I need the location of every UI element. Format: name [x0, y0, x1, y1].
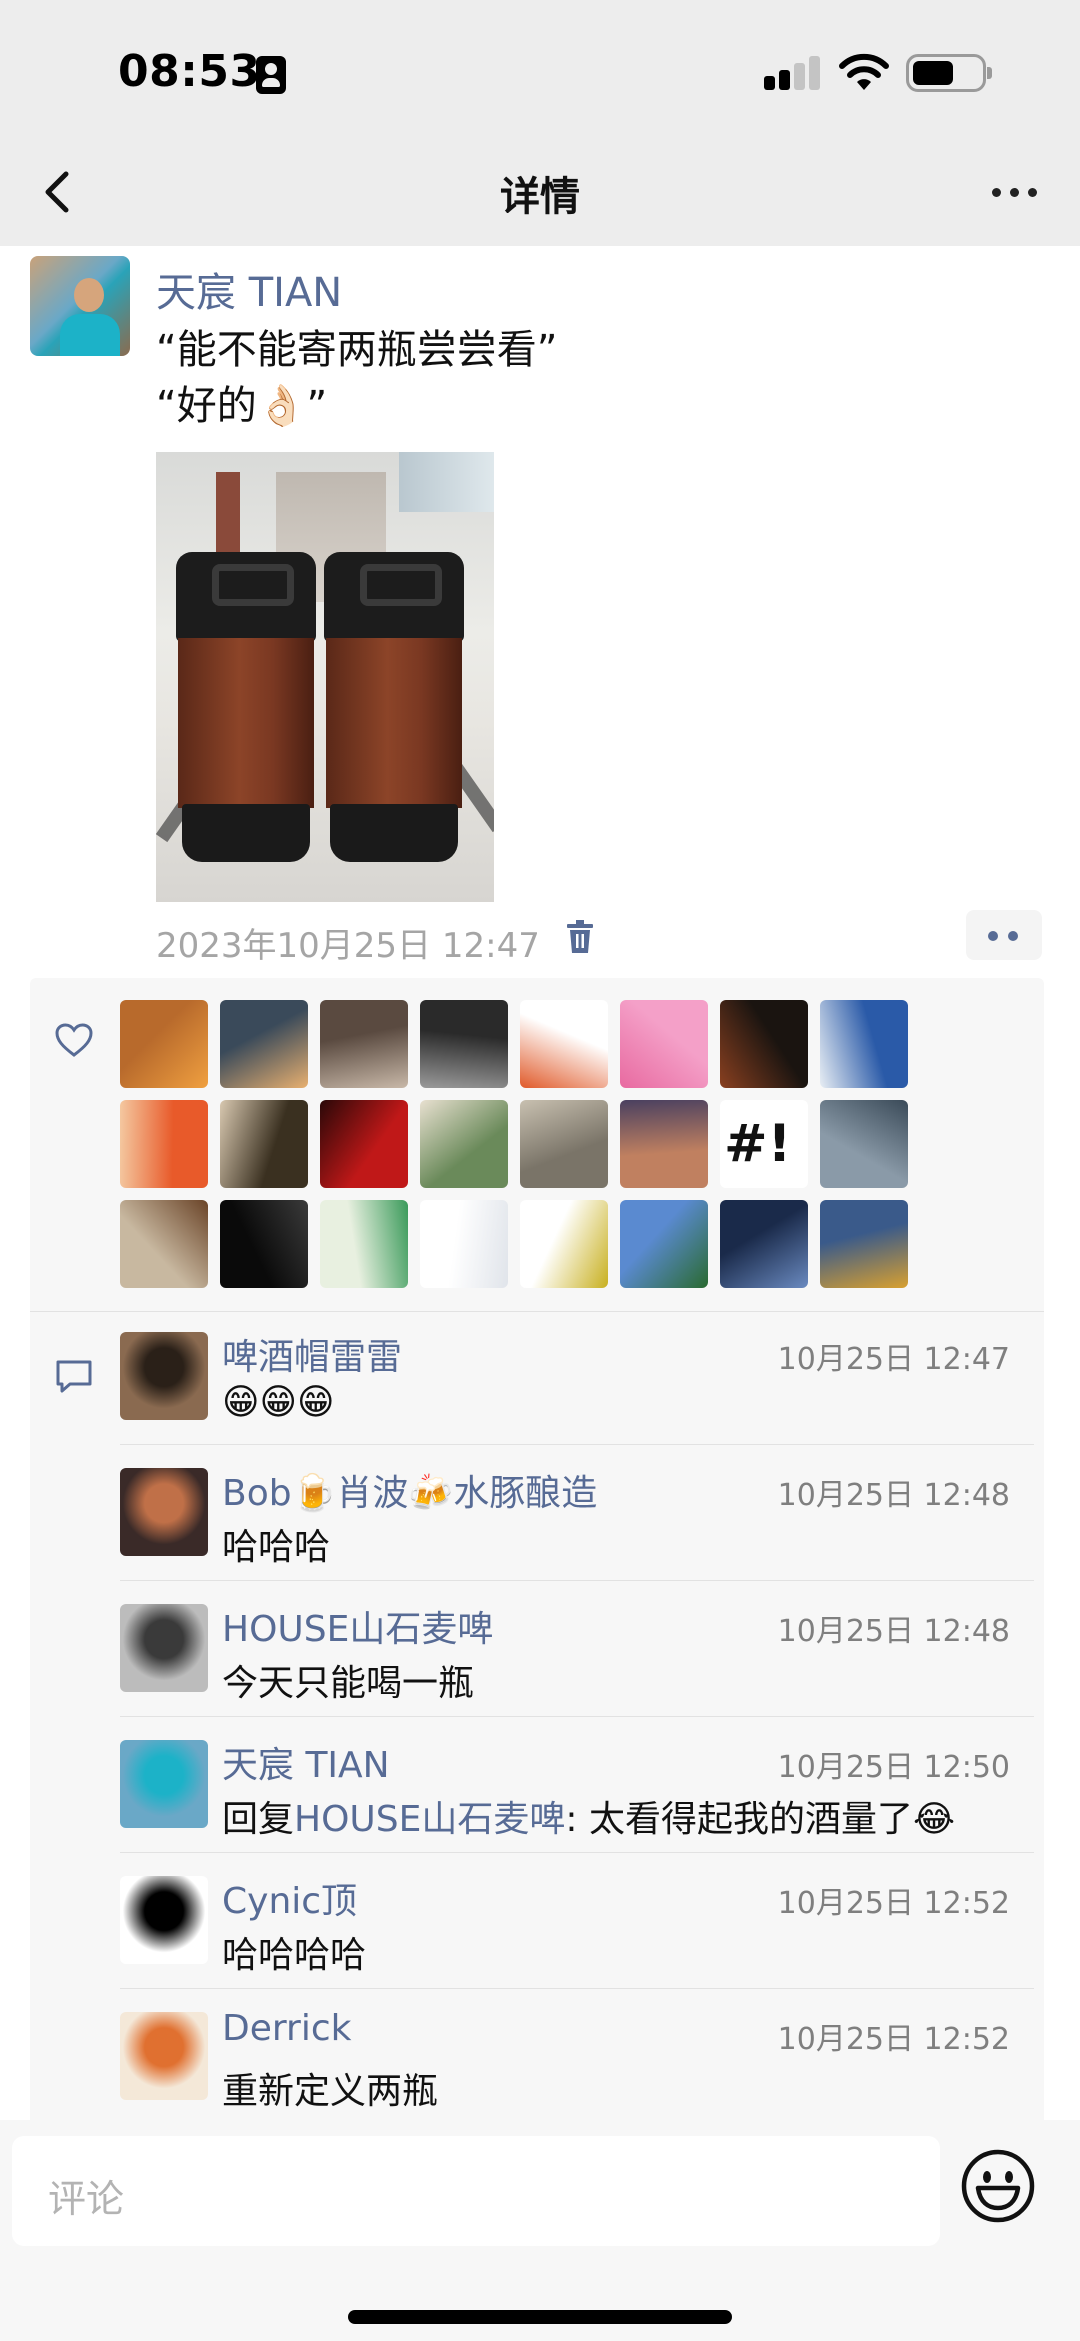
white-feather-avatar[interactable] — [420, 1200, 508, 1288]
comment-time: 10月25日 12:48 — [777, 1614, 1010, 1649]
girl-sunglasses-avatar[interactable] — [420, 1100, 508, 1188]
bw-couple-avatar[interactable] — [420, 1000, 508, 1088]
cat-goggles-avatar[interactable] — [520, 1100, 608, 1188]
wifi-icon — [839, 53, 889, 90]
imagine-sign-avatar[interactable] — [320, 1200, 408, 1288]
man-portrait-avatar[interactable] — [120, 1332, 208, 1420]
comment-divider — [120, 1716, 1034, 1717]
comment-author[interactable]: 啤酒帽雷雷 — [222, 1328, 402, 1380]
likes-section: #! — [30, 978, 1044, 1312]
status-time: 08:53 — [118, 46, 261, 97]
group-photo-avatar[interactable] — [320, 1000, 408, 1088]
comment-author[interactable]: Bob🍺肖波🍻水豚酿造 — [222, 1464, 597, 1516]
sunset-beach-avatar[interactable] — [220, 1000, 308, 1088]
home-indicator[interactable] — [348, 2310, 732, 2324]
keg-right — [324, 552, 464, 862]
comment-bar: 评论 — [0, 2120, 1080, 2341]
robot-avatar[interactable] — [820, 1200, 908, 1288]
page-title: 详情 — [500, 174, 580, 220]
comment-text: 今天只能喝一瓶 — [222, 1663, 475, 1704]
comment-input[interactable]: 评论 — [12, 2136, 940, 2246]
tree-sky-avatar[interactable] — [620, 1200, 708, 1288]
cartoon-face-avatar[interactable] — [120, 1100, 208, 1188]
comment-author[interactable]: 天宸 TIAN — [222, 1736, 390, 1788]
comment-text: 哈哈哈 — [222, 1527, 331, 1568]
drinking-mural-avatar[interactable] — [120, 1468, 208, 1556]
comment-item[interactable]: Cynic顶 10月25日 12:52 哈哈哈哈 — [120, 1852, 1034, 1988]
comment-bubble-icon — [56, 1360, 92, 1393]
girl-portrait-avatar[interactable] — [220, 1100, 308, 1188]
black-circle-avatar[interactable] — [120, 1876, 208, 1964]
street-night-avatar[interactable] — [620, 1100, 708, 1188]
comment-text: 回复HOUSE山石麦啤: 太看得起我的酒量了😂 — [222, 1790, 955, 1842]
comment-item[interactable]: 天宸 TIAN 10月25日 12:50 回复HOUSE山石麦啤: 太看得起我的酒量… — [120, 1716, 1034, 1852]
comment-input-placeholder: 评论 — [48, 2177, 125, 2221]
fox-avatar[interactable] — [120, 2012, 208, 2100]
comment-time: 10月25日 12:48 — [777, 1478, 1010, 1513]
smiley-icon[interactable] — [960, 2148, 1036, 2224]
comment-item[interactable]: 啤酒帽雷雷 10月25日 12:47 😁😁😁 — [120, 1308, 1034, 1444]
cartoon-logo-avatar[interactable] — [520, 1000, 608, 1088]
comment-author[interactable]: Cynic顶 — [222, 1872, 357, 1924]
heart-icon — [55, 1023, 93, 1057]
night-cyclist-avatar[interactable] — [220, 1200, 308, 1288]
comment-item[interactable]: HOUSE山石麦啤 10月25日 12:48 今天只能喝一瓶 — [120, 1580, 1034, 1716]
reply-prefix: 回复 — [222, 1799, 295, 1840]
comment-author[interactable]: HOUSE山石麦啤 — [222, 1600, 493, 1652]
like-comment-menu-button[interactable] — [966, 910, 1042, 960]
comment-time: 10月25日 12:50 — [777, 1750, 1010, 1785]
bear-avatar[interactable] — [120, 1200, 208, 1288]
post-author-avatar[interactable] — [30, 256, 130, 356]
pineapple-avatar[interactable] — [520, 1200, 608, 1288]
comment-divider — [120, 1444, 1034, 1445]
pink-square-avatar[interactable] — [620, 1000, 708, 1088]
battery-icon — [906, 54, 992, 92]
status-bar: 08:53 — [0, 0, 1080, 140]
comment-divider — [120, 1580, 1034, 1581]
more-dots-icon[interactable] — [980, 166, 1050, 216]
man-drinking-avatar[interactable] — [120, 1604, 208, 1692]
beer-glass-avatar[interactable] — [120, 1000, 208, 1088]
comment-divider — [120, 1988, 1034, 1989]
comment-text: 😁😁😁 — [222, 1382, 335, 1423]
keg-left — [176, 552, 316, 862]
hash-bang-avatar[interactable]: #! — [720, 1100, 808, 1188]
interactions-panel: #! 啤酒帽雷雷 10月25日 12:47 😁😁😁 Bob🍺肖波🍻水豚酿造 10月25日… — [30, 978, 1044, 2134]
post-timestamp: 2023年10月25日 12:47 — [156, 926, 540, 966]
post-text: “能不能寄两瓶尝尝看” “好的👌🏻” — [156, 327, 558, 429]
fantasy-warrior-avatar[interactable] — [720, 1200, 808, 1288]
comment-item[interactable]: Bob🍺肖波🍻水豚酿造 10月25日 12:48 哈哈哈 — [120, 1444, 1034, 1580]
post-photo[interactable] — [156, 452, 494, 902]
red-stage-avatar[interactable] — [320, 1100, 408, 1188]
cellular-signal-icon — [764, 56, 822, 90]
comment-time: 10月25日 12:47 — [777, 1342, 1010, 1377]
comment-text: 重新定义两瓶 — [222, 2071, 439, 2112]
reply-target-name[interactable]: HOUSE山石麦啤 — [294, 1799, 565, 1840]
snow-mountain-avatar[interactable] — [820, 1000, 908, 1088]
sea-view-avatar[interactable] — [820, 1100, 908, 1188]
wine-glass-avatar[interactable] — [720, 1000, 808, 1088]
comment-divider — [120, 1852, 1034, 1853]
trash-icon[interactable] — [565, 920, 595, 954]
id-card-icon — [256, 56, 286, 94]
nav-bar: 详情 — [0, 140, 1080, 246]
comment-time: 10月25日 12:52 — [777, 1886, 1010, 1921]
comment-text: 哈哈哈哈 — [222, 1935, 367, 1976]
man-blue-shirt-avatar[interactable] — [120, 1740, 208, 1828]
post-author-name[interactable]: 天宸 TIAN — [156, 260, 342, 318]
reply-body: : 太看得起我的酒量了😂 — [565, 1799, 956, 1840]
comment-author[interactable]: Derrick — [222, 2008, 351, 2049]
like-avatar-grid: #! — [120, 1000, 940, 1288]
comment-time: 10月25日 12:52 — [777, 2022, 1010, 2057]
comment-item[interactable]: Derrick 10月25日 12:52 重新定义两瓶 — [120, 1988, 1034, 2124]
